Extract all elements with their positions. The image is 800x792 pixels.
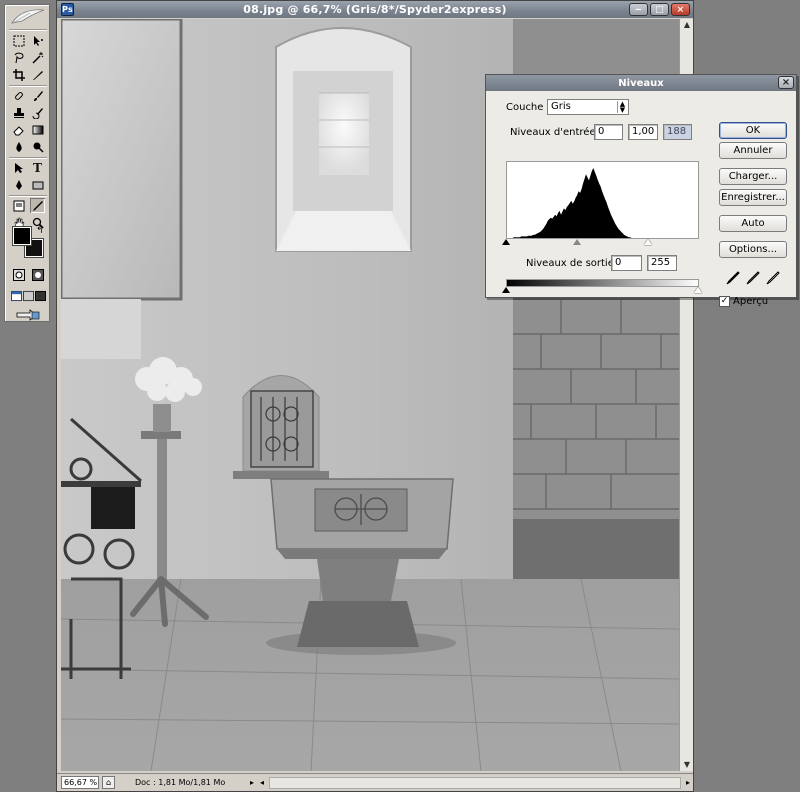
brush-tool-icon[interactable]	[30, 88, 45, 103]
input-white-point-handle[interactable]	[644, 239, 653, 245]
document-size-info: Doc : 1,81 Mo/1,81 Mo	[135, 778, 226, 787]
standard-mode-icon[interactable]	[11, 267, 26, 282]
foreground-color-swatch[interactable]	[12, 226, 32, 246]
palette-divider	[9, 85, 47, 86]
preview-check-icon[interactable]: ✓	[719, 296, 730, 307]
ok-button[interactable]: OK	[719, 122, 787, 139]
load-button[interactable]: Charger...	[719, 168, 787, 185]
swap-colors-icon[interactable]: ↰	[36, 226, 44, 236]
document-title: 08.jpg @ 66,7% (Gris/8*/Spyder2express)	[243, 3, 507, 16]
crop-tool-icon[interactable]	[11, 67, 26, 82]
dialog-close-button[interactable]: ×	[778, 76, 794, 89]
black-eyedropper-icon[interactable]	[726, 271, 740, 285]
scroll-down-icon[interactable]: ▼	[681, 759, 693, 771]
full-screen-menu-mode-icon[interactable]	[23, 288, 34, 303]
eyedropper-tool-icon[interactable]	[30, 198, 45, 213]
dodge-tool-icon[interactable]	[30, 139, 45, 154]
scroll-right-icon[interactable]: ▸	[683, 778, 693, 787]
eraser-tool-icon[interactable]	[11, 122, 26, 137]
pen-tool-icon[interactable]	[11, 177, 26, 192]
input-gamma-handle[interactable]	[573, 239, 582, 245]
auto-button[interactable]: Auto	[719, 215, 787, 232]
type-tool-icon[interactable]: T	[30, 160, 45, 175]
input-levels-slider[interactable]	[502, 239, 699, 249]
notes-tool-icon[interactable]	[11, 198, 26, 213]
levels-dialog-title: Niveaux	[618, 77, 664, 89]
preview-label: Aperçu	[733, 296, 769, 307]
clone-stamp-tool-icon[interactable]	[11, 105, 26, 120]
magic-wand-tool-icon[interactable]	[30, 50, 45, 65]
scroll-left-icon[interactable]: ◂	[257, 778, 267, 787]
histogram-graph	[511, 168, 633, 238]
palette-divider	[9, 195, 47, 196]
output-gradient-bar	[506, 279, 699, 287]
scroll-up-icon[interactable]: ▲	[681, 19, 693, 31]
tools-palette: T ↰	[4, 4, 50, 322]
jump-to-imageready-icon[interactable]	[13, 307, 43, 322]
photoshop-feather-icon[interactable]	[10, 7, 46, 25]
output-level-black-field[interactable]: 0	[611, 255, 642, 271]
document-titlebar[interactable]: Ps 08.jpg @ 66,7% (Gris/8*/Spyder2expres…	[57, 1, 693, 18]
save-button[interactable]: Enregistrer...	[719, 189, 787, 206]
levels-dialog: Niveaux × Couche : Gris ▲ ▼ Niveaux d'ent…	[485, 74, 797, 307]
select-updown-icon: ▲ ▼	[617, 101, 627, 114]
output-level-white-field[interactable]: 255	[647, 255, 677, 271]
close-button[interactable]: ×	[671, 3, 690, 16]
full-screen-mode-icon[interactable]	[35, 288, 46, 303]
white-eyedropper-icon[interactable]	[766, 271, 780, 285]
input-level-white-field[interactable]: 188	[663, 124, 692, 140]
rectangle-tool-icon[interactable]	[30, 177, 45, 192]
channel-select-value: Gris	[551, 101, 571, 112]
move-tool-icon[interactable]	[30, 33, 45, 48]
options-button[interactable]: Options...	[719, 241, 787, 258]
cancel-button[interactable]: Annuler	[719, 142, 787, 159]
palette-divider	[9, 29, 47, 30]
status-info-icon[interactable]: ⌂	[102, 776, 115, 789]
levels-histogram	[506, 161, 699, 239]
output-black-point-handle[interactable]	[502, 287, 510, 293]
input-level-black-field[interactable]: 0	[594, 124, 623, 140]
slice-tool-icon[interactable]	[30, 67, 45, 82]
channel-select[interactable]: Gris ▲ ▼	[547, 99, 629, 115]
output-levels-slider[interactable]	[502, 287, 702, 297]
zoom-level-field[interactable]: 66,67 %	[61, 776, 99, 789]
horizontal-scrollbar[interactable]	[269, 776, 681, 789]
maximize-button[interactable]: □	[650, 3, 669, 16]
marquee-tool-icon[interactable]	[11, 33, 26, 48]
output-levels-label: Niveaux de sortie :	[526, 258, 621, 269]
path-selection-tool-icon[interactable]	[11, 160, 26, 175]
levels-dialog-titlebar[interactable]: Niveaux ×	[486, 75, 796, 91]
lasso-tool-icon[interactable]	[11, 50, 26, 65]
input-levels-label: Niveaux d'entrée :	[510, 127, 603, 138]
history-brush-tool-icon[interactable]	[30, 105, 45, 120]
gradient-tool-icon[interactable]	[30, 122, 45, 137]
status-menu-arrow-icon[interactable]: ▸	[247, 778, 257, 787]
minimize-button[interactable]: ‒	[629, 3, 648, 16]
palette-divider	[9, 157, 47, 158]
blur-tool-icon[interactable]	[11, 139, 26, 154]
standard-screen-mode-icon[interactable]	[11, 288, 22, 303]
input-level-gamma-field[interactable]: 1,00	[628, 124, 658, 140]
channel-label: Couche :	[506, 102, 550, 113]
document-app-icon[interactable]: Ps	[61, 3, 74, 16]
gray-eyedropper-icon[interactable]	[746, 271, 760, 285]
preview-checkbox[interactable]: ✓ Aperçu	[719, 296, 768, 307]
output-white-point-handle[interactable]	[694, 287, 702, 293]
quick-mask-mode-icon[interactable]	[30, 267, 45, 282]
input-black-point-handle[interactable]	[502, 239, 510, 245]
status-bar: 66,67 % ⌂ Doc : 1,81 Mo/1,81 Mo ▸ ◂ ▸	[57, 773, 693, 791]
histogram-area	[511, 168, 633, 238]
healing-brush-tool-icon[interactable]	[11, 88, 26, 103]
